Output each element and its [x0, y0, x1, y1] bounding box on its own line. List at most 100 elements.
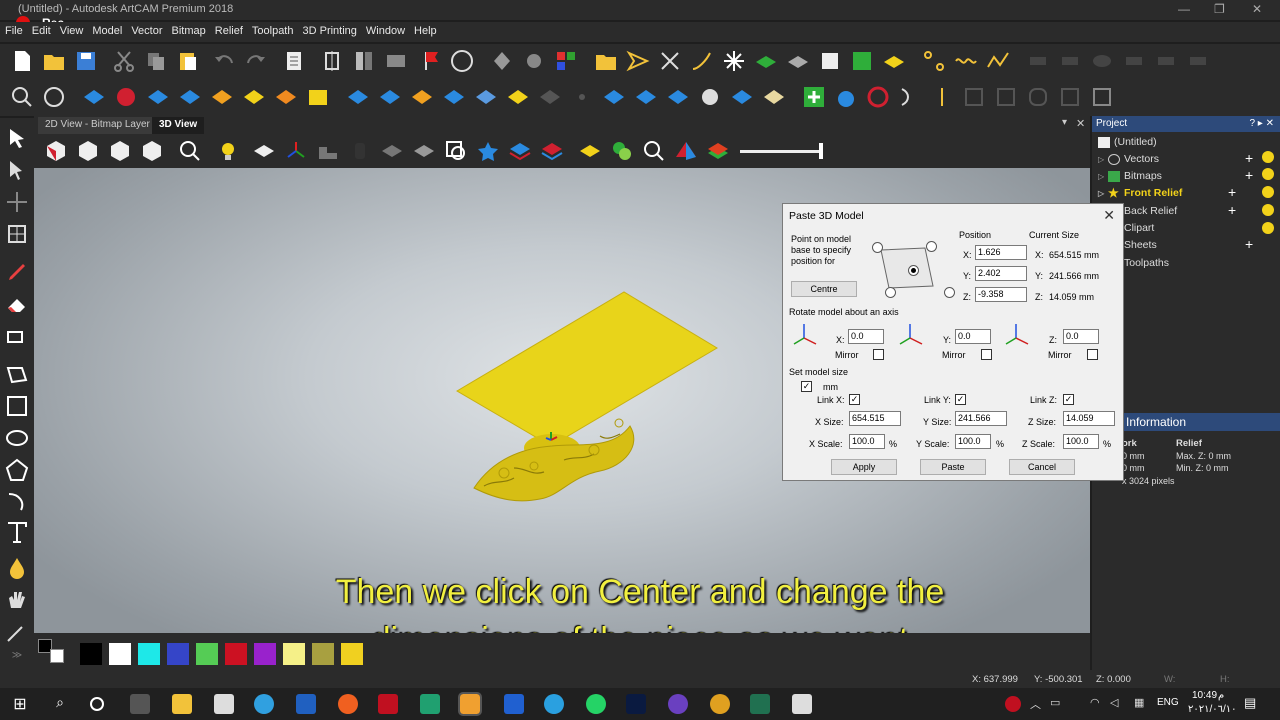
relief-blue-red-icon[interactable] — [508, 139, 532, 163]
anchor-radio-top-right[interactable] — [926, 241, 937, 252]
polygon-tool-icon[interactable] — [5, 458, 29, 482]
image-viewer-icon[interactable] — [792, 694, 812, 714]
tree-item-front-relief[interactable]: ▷ ★ Front Relief — [1098, 187, 1182, 199]
cortana-icon[interactable] — [90, 697, 104, 711]
mirror-z-checkbox[interactable] — [1087, 349, 1098, 360]
relief-blue-4-icon[interactable] — [346, 85, 370, 109]
menu-help[interactable]: Help — [409, 22, 441, 37]
vector-arrow-icon[interactable] — [626, 49, 650, 73]
pyramid-icon[interactable] — [674, 139, 698, 163]
x-size-input[interactable]: 654.515 — [849, 411, 901, 426]
mirror-y-checkbox[interactable] — [981, 349, 992, 360]
undo-icon[interactable] — [212, 49, 236, 73]
link-y-checkbox[interactable]: ✓ — [955, 394, 966, 405]
link-z-checkbox[interactable]: ✓ — [1063, 394, 1074, 405]
y-size-input[interactable]: 241.566 — [955, 411, 1007, 426]
arc-tool-icon[interactable] — [5, 490, 29, 514]
relief-red-blue-icon[interactable] — [540, 139, 564, 163]
autodesk-a-icon[interactable] — [378, 694, 398, 714]
expand-arrow-icon[interactable]: ▷ — [1098, 155, 1108, 164]
menu-toolpath[interactable]: Toolpath — [247, 22, 298, 37]
close-window-icon[interactable]: ✕ — [1252, 2, 1262, 16]
menu-window[interactable]: Window — [361, 22, 409, 37]
new-file-icon[interactable] — [10, 49, 34, 73]
add-relief-icon[interactable] — [802, 85, 826, 109]
relief-blue-7-icon[interactable] — [474, 85, 498, 109]
menu-model[interactable]: Model — [87, 22, 126, 37]
anchor-radio-bottom-right[interactable] — [944, 287, 955, 298]
chrome-icon[interactable] — [710, 694, 730, 714]
palette-swatch-white[interactable] — [109, 643, 131, 665]
zoom-star-icon[interactable] — [642, 139, 666, 163]
grid-icon[interactable] — [384, 49, 408, 73]
trim-icon[interactable] — [658, 49, 682, 73]
relief-green-icon[interactable] — [754, 49, 778, 73]
relief-red-circle-icon[interactable] — [866, 85, 890, 109]
windows-start-icon[interactable]: ⊞ — [10, 694, 30, 714]
add-front-relief-icon[interactable]: + — [1228, 184, 1236, 200]
toolpath-icon-e[interactable] — [1154, 49, 1178, 73]
taskbar-time[interactable]: 10:49 — [1192, 690, 1217, 701]
import-vector-icon[interactable] — [594, 49, 618, 73]
toolpath-icon-f[interactable] — [1186, 49, 1210, 73]
frame-icon-a[interactable] — [962, 85, 986, 109]
warp-icon[interactable] — [5, 222, 29, 246]
block-icon[interactable] — [380, 139, 404, 163]
open-folder-icon[interactable] — [42, 49, 66, 73]
menu-bitmap[interactable]: Bitmap — [167, 22, 210, 37]
relief-blue-9-icon[interactable] — [634, 85, 658, 109]
frame-icon-e[interactable] — [1090, 85, 1114, 109]
secondary-color-swatch[interactable] — [50, 649, 64, 663]
z-scale-input[interactable]: 100.0 — [1063, 434, 1099, 449]
eraser-icon[interactable] — [5, 292, 29, 316]
minimize-icon[interactable]: — — [1178, 2, 1190, 16]
star-shape-icon[interactable] — [722, 49, 746, 73]
wifi-icon[interactable]: ◠ — [1090, 696, 1100, 709]
green-circles-icon[interactable] — [610, 139, 634, 163]
search-icon[interactable]: ⌕ — [50, 694, 70, 714]
volume-icon[interactable]: ◁ — [1110, 696, 1118, 709]
relief-orange-2-icon[interactable] — [274, 85, 298, 109]
measure-icon[interactable] — [450, 49, 474, 73]
app-arrow-icon[interactable] — [750, 694, 770, 714]
whatsapp-icon[interactable] — [586, 694, 606, 714]
tab-close-icon[interactable]: ✕ — [1076, 117, 1085, 130]
relief-blue-10-icon[interactable] — [666, 85, 690, 109]
relief-yellow-view-icon[interactable] — [578, 139, 602, 163]
rotate-z-input[interactable]: 0.0 — [1063, 329, 1099, 344]
relief-red-spiral-icon[interactable] — [114, 85, 138, 109]
curve-icon[interactable] — [690, 49, 714, 73]
copy-icon[interactable] — [144, 49, 168, 73]
position-x-input[interactable]: 1.626 — [975, 245, 1027, 260]
shield-app-icon[interactable] — [504, 694, 524, 714]
notes-icon[interactable] — [282, 49, 306, 73]
menu-edit[interactable]: Edit — [27, 22, 55, 37]
tray-app-icon[interactable] — [1005, 696, 1021, 712]
add-sheet-icon[interactable]: + — [1245, 236, 1253, 252]
vector-select-icon[interactable] — [522, 49, 546, 73]
centre-button[interactable]: Centre — [791, 281, 857, 297]
firefox-icon[interactable] — [338, 694, 358, 714]
relief-blue-5-icon[interactable] — [378, 85, 402, 109]
cut-icon[interactable] — [112, 49, 136, 73]
visibility-bulb-icon[interactable] — [1262, 151, 1274, 163]
frame-icon-c[interactable] — [1026, 85, 1050, 109]
zoom-fit-icon[interactable] — [178, 139, 202, 163]
cancel-button[interactable]: Cancel — [1009, 459, 1075, 475]
telegram-icon[interactable] — [544, 694, 564, 714]
relief-orange-1-icon[interactable] — [210, 85, 234, 109]
relief-yellow-icon[interactable] — [882, 49, 906, 73]
transform-icon[interactable] — [5, 190, 29, 214]
rainbow-relief-icon[interactable] — [706, 139, 730, 163]
palette-swatch-cyan[interactable] — [138, 643, 160, 665]
polyline-tool-icon[interactable] — [5, 362, 29, 386]
keyboard-icon[interactable]: ▦ — [1134, 696, 1144, 709]
tool-shape-icon[interactable] — [316, 139, 340, 163]
palette-swatch-pale-yellow[interactable] — [283, 643, 305, 665]
zoom-icon[interactable] — [10, 85, 34, 109]
relief-blue-6-icon[interactable] — [442, 85, 466, 109]
palette-swatch-red[interactable] — [225, 643, 247, 665]
rectangle-tool-icon[interactable] — [5, 394, 29, 418]
toolpath-icon-c[interactable] — [1090, 49, 1114, 73]
relief-blue-8-icon[interactable] — [602, 85, 626, 109]
